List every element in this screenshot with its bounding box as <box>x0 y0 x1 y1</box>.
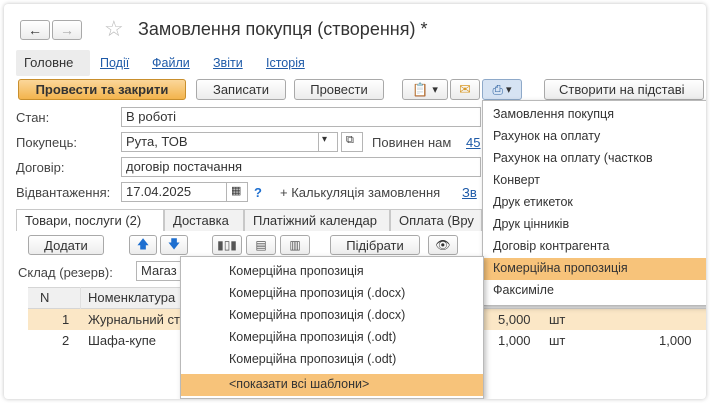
save-button[interactable]: Записати <box>196 79 286 100</box>
nav-tab-reports[interactable]: Звіти <box>213 56 243 70</box>
print-menu-item[interactable]: Замовлення покупця <box>483 104 706 126</box>
post-and-close-button[interactable]: Провести та закрити <box>18 79 186 100</box>
column-header-n[interactable]: N <box>40 290 49 305</box>
shipment-date-field[interactable]: 17.04.2025 <box>121 182 227 202</box>
distribute-button[interactable]: ▥ <box>280 235 310 255</box>
shipment-label: Відвантаження: <box>16 185 111 200</box>
state-label: Стан: <box>16 110 50 125</box>
row-unit[interactable]: шт <box>549 333 565 348</box>
move-down-button[interactable]: 🡇 <box>160 235 188 255</box>
nav-tab-files[interactable]: Файли <box>152 56 190 70</box>
print-dropdown-button[interactable]: ⎙ ▾ <box>482 79 522 100</box>
submenu-item[interactable]: Комерційна пропозиція (.docx) <box>181 283 483 305</box>
print-menu-item[interactable]: Друк етикеток <box>483 192 706 214</box>
buyer-field[interactable]: Рута, ТОВ <box>121 132 319 152</box>
row-number: 1 <box>62 312 70 327</box>
column-header-item[interactable]: Номенклатура <box>88 290 175 305</box>
calculation-link[interactable]: + Калькуляція замовлення <box>280 185 440 200</box>
nav-tab-history[interactable]: Історія <box>266 56 305 70</box>
email-button[interactable]: ✉ <box>450 79 480 100</box>
tab-goods[interactable]: Товари, послуги (2) <box>16 209 164 231</box>
buyer-label: Покупець: <box>16 135 78 150</box>
print-menu: Замовлення покупця Рахунок на оплату Рах… <box>482 100 706 306</box>
view-button[interactable]: 👁 <box>428 235 458 255</box>
eye-icon: 👁 <box>435 238 451 252</box>
contract-label: Договір: <box>16 160 65 175</box>
row-extra-value[interactable]: 1,000 <box>659 333 692 348</box>
submenu-item[interactable]: Комерційна пропозиція (.docx) <box>181 305 483 327</box>
chevron-down-icon: ▾ <box>432 84 438 96</box>
nav-tab-main[interactable]: Головне <box>16 50 90 76</box>
barcode-button[interactable]: ▮▯▮ <box>212 235 242 255</box>
tab-payment[interactable]: Оплата (Вру <box>390 209 482 231</box>
envelope-icon: ✉ <box>459 81 471 97</box>
calc-extra-link[interactable]: Зв <box>462 185 477 200</box>
submenu-item[interactable]: Комерційна пропозиція <box>181 261 483 283</box>
back-button[interactable]: ← <box>20 20 50 40</box>
owes-amount-link[interactable]: 45 <box>466 135 480 150</box>
state-field[interactable]: В роботі <box>121 107 481 127</box>
fill-icon: ▤ <box>255 238 267 252</box>
nav-tab-events[interactable]: Події <box>100 56 129 70</box>
chevron-down-icon: ▾ <box>505 84 512 96</box>
row-quantity[interactable]: 1,000 <box>498 333 531 348</box>
add-row-button[interactable]: Додати <box>28 235 104 255</box>
attach-dropdown-button[interactable]: 📋 ▾ <box>402 79 448 100</box>
print-menu-item[interactable]: Рахунок на оплату (частков <box>483 148 706 170</box>
row-item[interactable]: Шафа-купе <box>88 333 156 348</box>
chevron-down-icon: ▾ <box>322 134 328 145</box>
warehouse-label: Склад (резерв): <box>18 265 113 280</box>
report-icon: 📋 <box>412 81 429 97</box>
tab-payment-calendar[interactable]: Платіжний календар <box>244 209 390 231</box>
print-menu-item[interactable]: Факсиміле <box>483 280 706 302</box>
create-on-basis-button[interactable]: Створити на підставі <box>544 79 704 100</box>
print-menu-item[interactable]: Договір контрагента <box>483 236 706 258</box>
printer-icon: ⎙ <box>492 81 503 97</box>
print-menu-item[interactable]: Конверт <box>483 170 706 192</box>
tab-delivery[interactable]: Доставка <box>164 209 244 231</box>
submenu-item[interactable]: Комерційна пропозиція (.odt) <box>181 349 483 371</box>
row-unit[interactable]: шт <box>549 312 565 327</box>
calendar-icon: ▦ <box>231 185 242 197</box>
arrow-up-icon: 🡅 <box>136 236 150 251</box>
calendar-button[interactable]: ▦ <box>226 182 248 202</box>
arrow-down-icon: 🡇 <box>167 236 181 251</box>
document-window: ← → ☆ Замовлення покупця (створення) * Г… <box>4 4 706 399</box>
pick-button[interactable]: Підібрати <box>330 235 420 255</box>
barcode-icon: ▮▯▮ <box>217 238 237 252</box>
show-all-templates-item[interactable]: <показати всі шаблони> <box>181 374 483 396</box>
print-menu-item[interactable]: Рахунок на оплату <box>483 126 706 148</box>
commercial-offer-submenu: Комерційна пропозиція Комерційна пропози… <box>180 256 484 399</box>
help-link[interactable]: ? <box>254 185 262 200</box>
buyer-open-button[interactable]: ⧉ <box>341 132 363 152</box>
owes-text: Повинен нам <box>372 135 452 150</box>
fill-button[interactable]: ▤ <box>246 235 276 255</box>
buyer-dropdown[interactable]: ▾ <box>318 132 338 152</box>
forward-button[interactable]: → <box>52 20 82 40</box>
row-quantity[interactable]: 5,000 <box>498 312 531 327</box>
open-link-icon: ⧉ <box>346 134 354 146</box>
contract-field[interactable]: договір постачання <box>121 157 481 177</box>
favorite-star-icon[interactable]: ☆ <box>104 16 124 42</box>
post-button[interactable]: Провести <box>294 79 384 100</box>
row-number: 2 <box>62 333 70 348</box>
window-title: Замовлення покупця (створення) * <box>138 19 428 39</box>
distribute-icon: ▥ <box>289 238 301 252</box>
move-up-button[interactable]: 🡅 <box>129 235 157 255</box>
submenu-item[interactable]: Комерційна пропозиція (.odt) <box>181 327 483 349</box>
print-menu-item-commercial-offer[interactable]: Комерційна пропозиція <box>483 258 706 280</box>
row-item[interactable]: Журнальний ст <box>88 312 180 327</box>
print-menu-item[interactable]: Друк цінників <box>483 214 706 236</box>
